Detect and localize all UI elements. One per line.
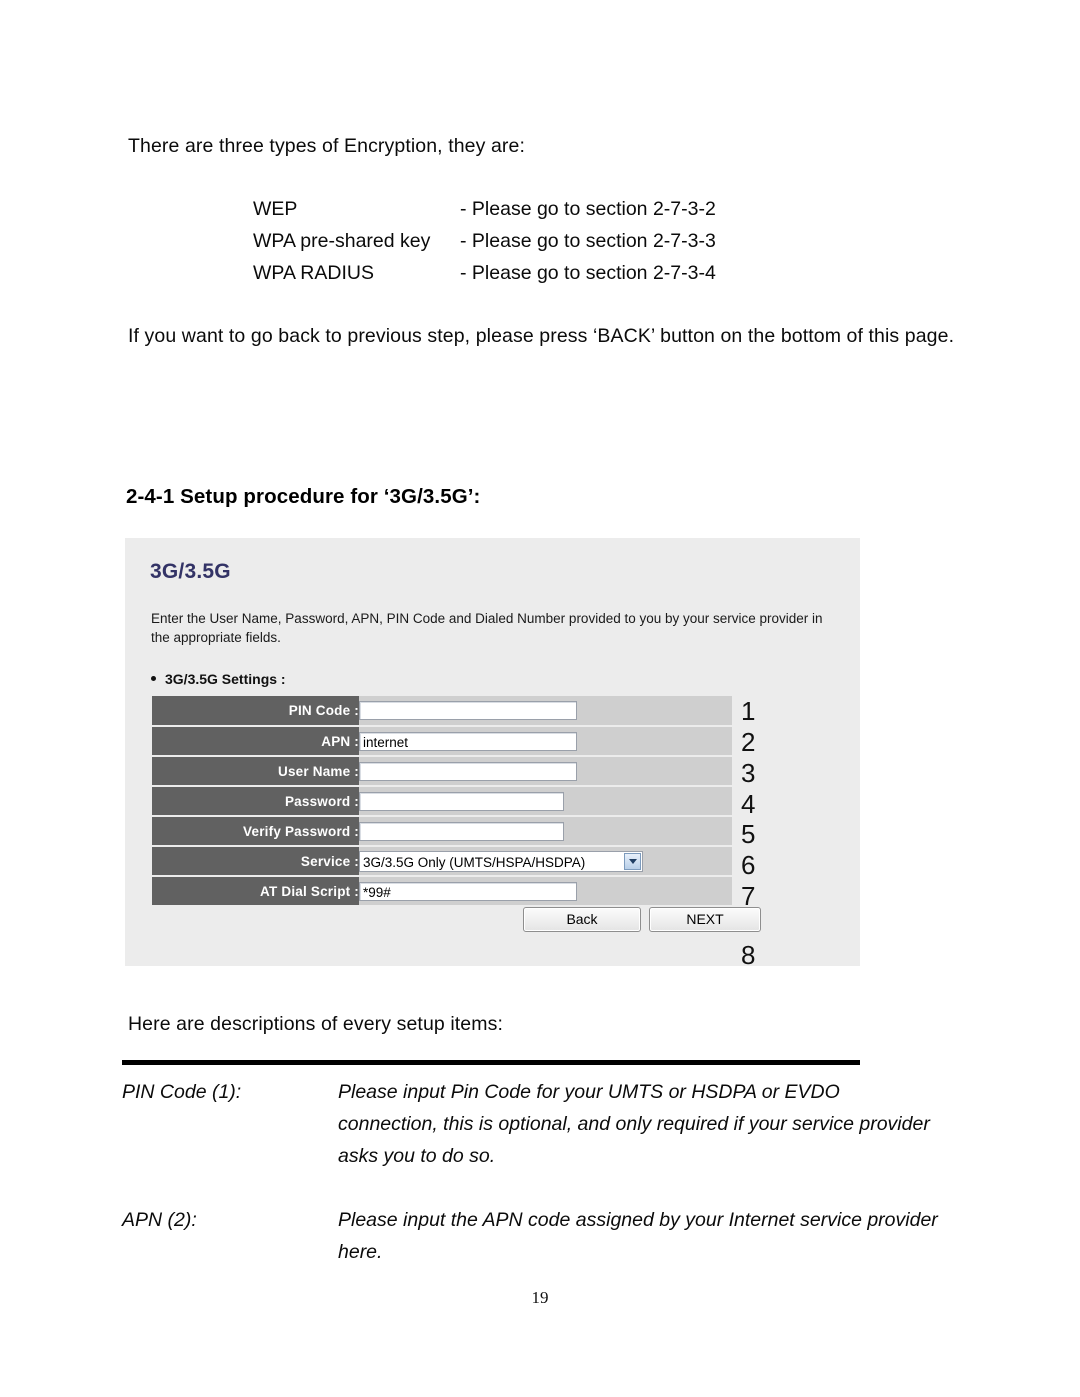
service-cell: 3G/3.5G Only (UMTS/HSPA/HSDPA) [359, 846, 732, 877]
panel-button-row: Back NEXT [523, 907, 761, 932]
settings-section-label: 3G/3.5G Settings : [165, 671, 286, 687]
table-row: AT Dial Script : *99# [152, 876, 732, 907]
descriptions-intro: Here are descriptions of every setup ite… [128, 1013, 503, 1035]
back-button-note: If you want to go back to previous step,… [128, 325, 955, 347]
user-name-input[interactable] [359, 761, 577, 781]
settings-section-heading: 3G/3.5G Settings : [151, 671, 286, 687]
table-row: APN : internet [152, 726, 732, 757]
callout-number-4: 4 [741, 789, 756, 819]
table-row: PIN Code : [152, 696, 732, 727]
chevron-down-icon[interactable] [624, 852, 641, 870]
apn-label: APN : [152, 726, 359, 757]
encryption-type-reference: - Please go to section 2-7-3-2 [460, 198, 716, 220]
verify-password-input[interactable] [359, 821, 564, 841]
callout-number-2: 2 [741, 727, 756, 757]
bullet-icon [151, 676, 156, 681]
encryption-type-name: WEP [253, 198, 298, 220]
description-entry-pin-code: PIN Code (1): Please input Pin Code for … [122, 1076, 972, 1172]
user-name-cell [359, 756, 732, 787]
apn-input[interactable]: internet [359, 731, 577, 751]
list-item: WPA pre-shared key - Please go to sectio… [253, 225, 873, 257]
service-label: Service : [152, 846, 359, 877]
verify-password-cell [359, 816, 732, 847]
intro-paragraph: There are three types of Encryption, the… [128, 135, 525, 157]
table-row: Password : [152, 786, 732, 817]
page-number: 19 [531, 1288, 549, 1307]
callout-number-1: 1 [741, 696, 756, 726]
panel-title: 3G/3.5G [150, 560, 231, 583]
settings-form-table: PIN Code : APN : internet User Name : Pa… [152, 696, 732, 907]
callout-number-6: 6 [741, 850, 756, 880]
callout-number-8: 8 [741, 940, 756, 970]
encryption-type-name: WPA RADIUS [253, 262, 374, 284]
description-entry-apn: APN (2): Please input the APN code assig… [122, 1204, 972, 1268]
list-item: WEP - Please go to section 2-7-3-2 [253, 193, 873, 225]
description-body: Please input Pin Code for your UMTS or H… [338, 1081, 930, 1167]
password-input[interactable] [359, 791, 564, 811]
password-cell [359, 786, 732, 817]
page-title: 2-4-1 Setup procedure for ‘3G/3.5G’: [126, 485, 481, 508]
at-dial-script-input[interactable]: *99# [359, 881, 577, 901]
pin-code-input[interactable] [359, 701, 577, 720]
password-label: Password : [152, 786, 359, 817]
callout-number-5: 5 [741, 819, 756, 849]
at-dial-script-label: AT Dial Script : [152, 876, 359, 907]
table-row: Service : 3G/3.5G Only (UMTS/HSPA/HSDPA) [152, 846, 732, 877]
encryption-type-reference: - Please go to section 2-7-3-3 [460, 230, 716, 252]
encryption-type-reference: - Please go to section 2-7-3-4 [460, 262, 716, 284]
panel-description: Enter the User Name, Password, APN, PIN … [151, 611, 823, 645]
encryption-type-name: WPA pre-shared key [253, 230, 431, 252]
list-item: WPA RADIUS - Please go to section 2-7-3-… [253, 257, 873, 289]
table-row: User Name : [152, 756, 732, 787]
callout-number-3: 3 [741, 758, 756, 788]
pin-code-label: PIN Code : [152, 696, 359, 727]
verify-password-label: Verify Password : [152, 816, 359, 847]
description-body: Please input the APN code assigned by yo… [338, 1209, 938, 1263]
description-term: PIN Code (1): [122, 1081, 242, 1103]
apn-cell: internet [359, 726, 732, 757]
pin-code-cell [359, 696, 732, 727]
description-term: APN (2): [122, 1209, 197, 1231]
at-dial-script-cell: *99# [359, 876, 732, 907]
section-divider [122, 1060, 860, 1065]
user-name-label: User Name : [152, 756, 359, 787]
encryption-types-list: WEP - Please go to section 2-7-3-2 WPA p… [253, 193, 873, 289]
service-select-value: 3G/3.5G Only (UMTS/HSPA/HSDPA) [363, 854, 586, 870]
back-button[interactable]: Back [523, 907, 641, 932]
table-row: Verify Password : [152, 816, 732, 847]
callout-number-7: 7 [741, 881, 756, 911]
service-select[interactable]: 3G/3.5G Only (UMTS/HSPA/HSDPA) [359, 850, 643, 872]
